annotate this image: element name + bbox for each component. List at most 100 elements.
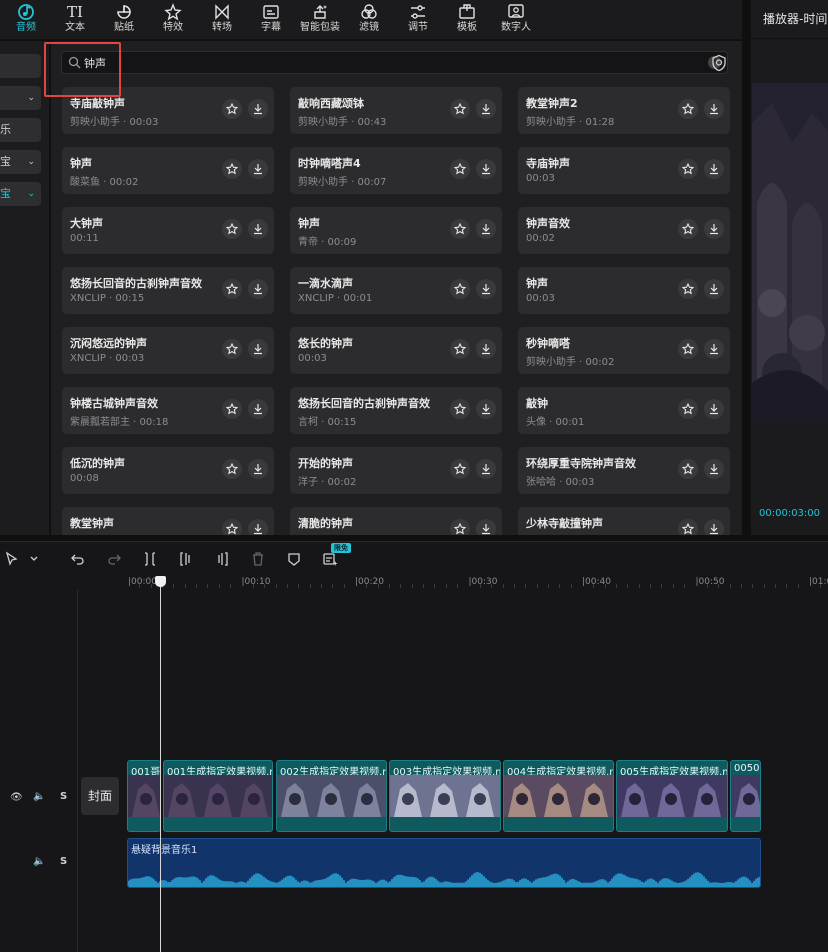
video-clip[interactable]: 004生成指定效果视频.mp <box>503 760 614 832</box>
undo-button[interactable] <box>68 549 88 569</box>
download-icon[interactable] <box>476 219 496 239</box>
download-icon[interactable] <box>704 399 724 419</box>
video-clip[interactable]: 005生成指定效果视频.mp <box>616 760 728 832</box>
download-icon[interactable] <box>704 459 724 479</box>
download-icon[interactable] <box>248 279 268 299</box>
volume-icon[interactable]: 🔈 <box>33 856 45 867</box>
download-icon[interactable] <box>476 159 496 179</box>
favorite-star-icon[interactable] <box>678 219 698 239</box>
download-icon[interactable] <box>704 519 724 535</box>
copyright-shield-icon[interactable] <box>710 54 728 72</box>
tool-transition[interactable]: 转场 <box>199 2 245 38</box>
sound-card[interactable]: 钟声音效 00:02 <box>518 207 730 254</box>
playhead-handle[interactable] <box>155 576 166 587</box>
audio-clip[interactable]: 悬疑背景音乐1 <box>127 838 761 888</box>
playhead[interactable] <box>155 576 166 952</box>
favorite-star-icon[interactable] <box>450 99 470 119</box>
tool-sticker[interactable]: 贴纸 <box>101 2 147 38</box>
sound-card[interactable]: 敲钟 头像 · 00:01 <box>518 387 730 434</box>
sound-card[interactable]: 悠扬长回音的古刹钟声音效 XNCLIP · 00:15 <box>62 267 274 314</box>
favorite-star-icon[interactable] <box>678 459 698 479</box>
eye-icon[interactable]: 👁 <box>10 792 23 803</box>
sound-card[interactable]: 秒钟嘀嗒 剪映小助手 · 00:02 <box>518 327 730 374</box>
download-icon[interactable] <box>476 459 496 479</box>
download-icon[interactable] <box>248 519 268 535</box>
download-icon[interactable] <box>476 99 496 119</box>
sound-card[interactable]: 一滴水滴声 XNCLIP · 00:01 <box>290 267 502 314</box>
trim-left-button[interactable] <box>176 549 196 569</box>
favorite-star-icon[interactable] <box>678 399 698 419</box>
tool-smart-pack[interactable]: 智能包装 <box>297 2 343 38</box>
sound-card[interactable]: 钟声 酸菜鱼 · 00:02 <box>62 147 274 194</box>
sound-card[interactable]: 时钟嘀嗒声4 剪映小助手 · 00:07 <box>290 147 502 194</box>
favorite-star-icon[interactable] <box>222 159 242 179</box>
leftnav-item[interactable]: ⌄ <box>0 86 41 110</box>
delete-button[interactable] <box>248 549 268 569</box>
download-icon[interactable] <box>476 339 496 359</box>
download-icon[interactable] <box>704 339 724 359</box>
favorite-star-icon[interactable] <box>678 99 698 119</box>
favorite-star-icon[interactable] <box>222 399 242 419</box>
time-ruler[interactable]: |00:00 |00:10 |00:20 |00:30 |00:40 |00:50 |01:… <box>0 574 828 590</box>
download-icon[interactable] <box>248 399 268 419</box>
favorite-star-icon[interactable] <box>222 459 242 479</box>
sound-card[interactable]: 少林寺敲撞钟声 <box>518 507 730 535</box>
favorite-star-icon[interactable] <box>450 459 470 479</box>
sound-card[interactable]: 钟声 青帝 · 00:09 <box>290 207 502 254</box>
cover-button[interactable]: 封面 <box>81 777 119 815</box>
sound-card[interactable]: 教堂钟声 <box>62 507 274 535</box>
sound-card[interactable]: 悠扬长回音的古刹钟声音效 言柯 · 00:15 <box>290 387 502 434</box>
download-icon[interactable] <box>248 459 268 479</box>
sound-card[interactable]: 寺庙钟声 00:03 <box>518 147 730 194</box>
sound-card[interactable]: 环绕厚重寺院钟声音效 张哈哈 · 00:03 <box>518 447 730 494</box>
favorite-star-icon[interactable] <box>678 279 698 299</box>
download-icon[interactable] <box>476 399 496 419</box>
solo-toggle[interactable]: S <box>60 856 67 867</box>
download-icon[interactable] <box>476 279 496 299</box>
favorite-star-icon[interactable] <box>222 279 242 299</box>
video-clip[interactable]: 001生成指定效果视频.mp <box>163 760 273 832</box>
favorite-star-icon[interactable] <box>222 99 242 119</box>
favorite-star-icon[interactable] <box>222 339 242 359</box>
sound-card[interactable]: 钟楼古城钟声音效 紫晨瓢若部主 · 00:18 <box>62 387 274 434</box>
redo-button[interactable] <box>104 549 124 569</box>
sound-card[interactable]: 沉闷悠远的钟声 XNCLIP · 00:03 <box>62 327 274 374</box>
favorite-star-icon[interactable] <box>450 339 470 359</box>
sound-card[interactable]: 低沉的钟声 00:08 <box>62 447 274 494</box>
leftnav-item-active[interactable]: 宝 ⌄ <box>0 182 41 206</box>
tool-filter[interactable]: 滤镜 <box>346 2 392 38</box>
download-icon[interactable] <box>248 99 268 119</box>
video-clip[interactable]: 002生成指定效果视频.mp <box>276 760 387 832</box>
favorite-star-icon[interactable] <box>678 159 698 179</box>
leftnav-item[interactable]: 乐 <box>0 118 41 142</box>
favorite-star-icon[interactable] <box>450 219 470 239</box>
download-icon[interactable] <box>248 219 268 239</box>
sound-card[interactable]: 教堂钟声2 剪映小助手 · 01:28 <box>518 87 730 134</box>
download-icon[interactable] <box>476 519 496 535</box>
sound-card[interactable]: 寺庙敲钟声 剪映小助手 · 00:03 <box>62 87 274 134</box>
favorite-star-icon[interactable] <box>222 219 242 239</box>
solo-toggle[interactable]: S <box>60 791 67 802</box>
tool-effects[interactable]: 特效 <box>150 2 196 38</box>
download-icon[interactable] <box>704 279 724 299</box>
split-button[interactable] <box>140 549 160 569</box>
favorite-star-icon[interactable] <box>678 339 698 359</box>
select-tool-button[interactable] <box>2 549 22 569</box>
search-input[interactable] <box>84 53 684 72</box>
download-icon[interactable] <box>704 99 724 119</box>
download-icon[interactable] <box>248 159 268 179</box>
tool-adjust[interactable]: 调节 <box>395 2 441 38</box>
tool-subtitle[interactable]: 字幕 <box>248 2 294 38</box>
tool-digital-human[interactable]: 数字人 <box>493 2 539 38</box>
trim-right-button[interactable] <box>212 549 232 569</box>
sound-card[interactable]: 钟声 00:03 <box>518 267 730 314</box>
favorite-star-icon[interactable] <box>450 279 470 299</box>
favorite-star-icon[interactable] <box>450 519 470 535</box>
video-clip[interactable]: 00502 <box>730 760 761 832</box>
sound-card[interactable]: 悠长的钟声 00:03 <box>290 327 502 374</box>
tool-text[interactable]: TI 文本 <box>52 2 98 38</box>
video-clip[interactable]: 001哥 <box>127 760 161 832</box>
sound-card[interactable]: 清脆的钟声 <box>290 507 502 535</box>
select-tool-dropdown[interactable] <box>24 549 44 569</box>
volume-icon[interactable]: 🔈 <box>33 791 45 802</box>
